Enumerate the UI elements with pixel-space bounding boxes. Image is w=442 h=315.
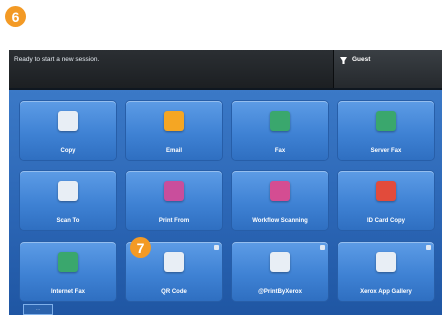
tile-label: @PrintByXerox [258, 289, 302, 295]
tile-internet-fax[interactable]: Internet Fax [20, 242, 116, 301]
print-by-xerox-icon [270, 252, 290, 272]
tile-label: ID Card Copy [366, 218, 405, 224]
status-bar: Ready to start a new session. Guest [9, 50, 442, 88]
callout-7: 7 [130, 237, 151, 258]
scan-to-icon [58, 181, 78, 201]
user-login-button[interactable]: Guest [333, 50, 442, 88]
email-icon [164, 111, 184, 131]
tile-label: Scan To [56, 218, 80, 224]
device-screen: Ready to start a new session. Guest Copy… [9, 50, 442, 315]
tile-print-by-xerox[interactable]: @PrintByXerox [232, 242, 328, 301]
info-corner-icon [320, 245, 325, 250]
tile-print-from[interactable]: Print From [126, 171, 222, 230]
tile-workflow-scanning[interactable]: Workflow Scanning [232, 171, 328, 230]
print-from-icon [164, 181, 184, 201]
tile-label: Xerox App Gallery [360, 289, 412, 295]
id-card-copy-icon [376, 181, 396, 201]
callout-6: 6 [5, 6, 26, 27]
tile-scan-to[interactable]: Scan To [20, 171, 116, 230]
more-apps-button[interactable]: ··· [23, 304, 53, 315]
copy-icon [58, 111, 78, 131]
tile-label: QR Code [161, 289, 187, 295]
tile-label: Server Fax [370, 148, 402, 154]
info-corner-icon [214, 245, 219, 250]
tile-copy[interactable]: Copy [20, 101, 116, 160]
app-grid: Copy Email Fax Server Fax Scan To Print … [9, 90, 442, 315]
workflow-scanning-icon [270, 181, 290, 201]
qr-code-icon [164, 252, 184, 272]
tile-label: Fax [274, 148, 286, 154]
info-corner-icon [426, 245, 431, 250]
tile-server-fax[interactable]: Server Fax [338, 101, 434, 160]
server-fax-icon [376, 111, 396, 131]
tile-fax[interactable]: Fax [232, 101, 328, 160]
tile-email[interactable]: Email [126, 101, 222, 160]
internet-fax-icon [58, 252, 78, 272]
tile-label: Copy [60, 148, 76, 154]
status-message: Ready to start a new session. [14, 56, 100, 63]
tile-label: Print From [158, 218, 190, 224]
fax-icon [270, 111, 290, 131]
user-name: Guest [352, 56, 371, 63]
tile-label: Email [165, 148, 182, 154]
tile-id-card-copy[interactable]: ID Card Copy [338, 171, 434, 230]
user-icon [340, 57, 347, 64]
tile-app-gallery[interactable]: Xerox App Gallery [338, 242, 434, 301]
tile-label: Workflow Scanning [252, 218, 308, 224]
tile-label: Internet Fax [50, 289, 85, 295]
app-gallery-icon [376, 252, 396, 272]
